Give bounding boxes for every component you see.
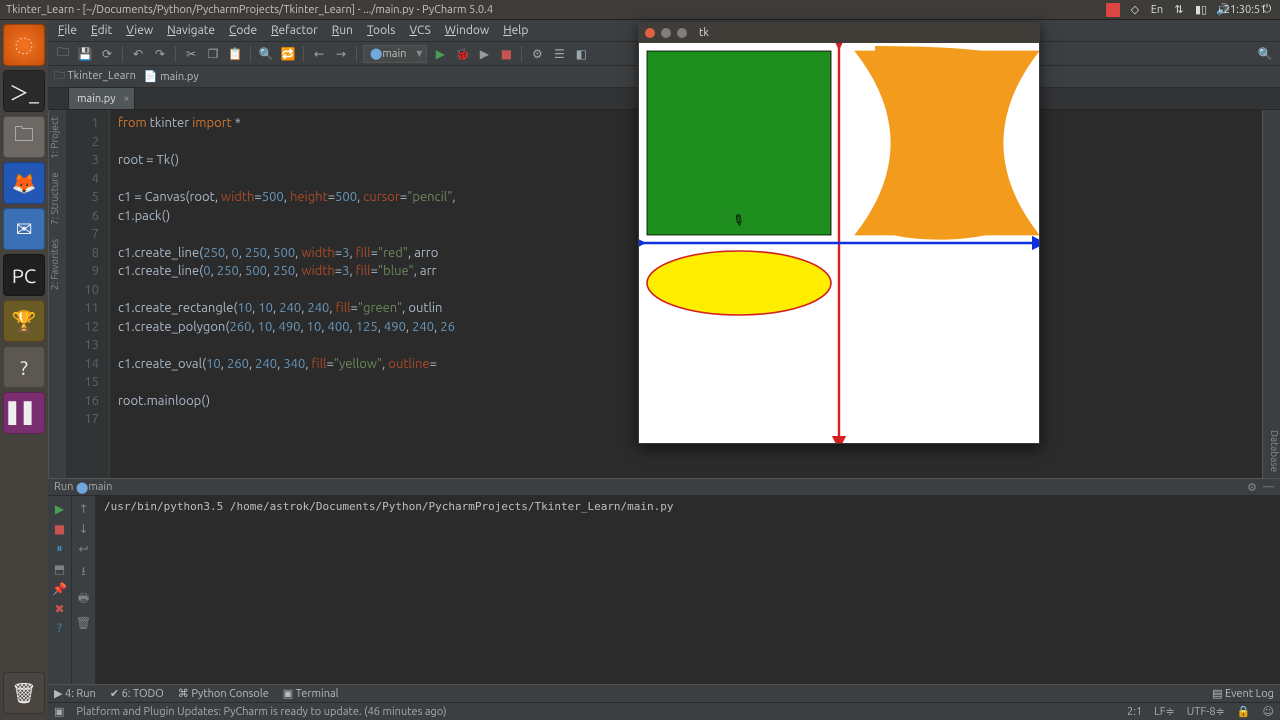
run-toolwindow: ▶ ■ ⏸ ⬒ 📌 ✖ ? ↑ ↓ ↩ ⭳ 🖶 🗑 /usr/bin/pytho… bbox=[48, 496, 1280, 684]
close-run-icon[interactable]: ✖ bbox=[54, 602, 64, 616]
readonly-lock-icon[interactable]: 🔒 bbox=[1237, 705, 1251, 718]
line-separator[interactable]: LF≑ bbox=[1154, 705, 1175, 718]
terminal-icon[interactable]: ＞_ bbox=[3, 70, 45, 112]
forward-icon[interactable]: → bbox=[332, 45, 350, 63]
tool-tabs-left[interactable]: 2: Favorites 7: Structure 1: Project bbox=[48, 110, 66, 478]
language-indicator[interactable]: En bbox=[1150, 3, 1164, 17]
search-everywhere-icon[interactable]: 🔍 bbox=[1256, 45, 1274, 63]
tool-hide-icon[interactable]: — bbox=[1263, 481, 1274, 494]
tk-window[interactable]: tk ✎ bbox=[638, 22, 1040, 444]
redo-icon[interactable]: ↷ bbox=[151, 45, 169, 63]
paste-icon[interactable]: 📋 bbox=[226, 45, 244, 63]
tool-settings-icon[interactable]: ⚙ bbox=[1247, 481, 1257, 494]
menu-tools[interactable]: Tools bbox=[367, 24, 396, 37]
status-bar: ▣ Platform and Plugin Updates: PyCharm i… bbox=[48, 702, 1280, 720]
breadcrumb-project[interactable]: Tkinter_Learn bbox=[54, 67, 136, 86]
status-message: Platform and Plugin Updates: PyCharm is … bbox=[76, 706, 446, 718]
tab-run[interactable]: ▶ 4: Run bbox=[54, 687, 96, 700]
back-icon[interactable]: ← bbox=[310, 45, 328, 63]
tk-min-icon[interactable] bbox=[661, 28, 671, 38]
menu-edit[interactable]: Edit bbox=[91, 24, 112, 37]
soft-wrap-icon[interactable]: ↩ bbox=[78, 542, 88, 556]
code[interactable]: from tkinter import * root = Tk() c1 = C… bbox=[110, 110, 464, 478]
down-stack-icon[interactable]: ↓ bbox=[78, 522, 88, 536]
tab-todo[interactable]: ✔ 6: TODO bbox=[110, 687, 164, 700]
tab-terminal[interactable]: ▣ Terminal bbox=[283, 687, 339, 700]
tab-pyconsole[interactable]: ⌘ Python Console bbox=[178, 687, 269, 700]
rerun-icon[interactable]: ▶ bbox=[55, 502, 64, 516]
cut-icon[interactable]: ✂ bbox=[182, 45, 200, 63]
files-icon[interactable]: 🗀 bbox=[3, 116, 45, 158]
dropbox-icon[interactable]: ◇ bbox=[1128, 3, 1142, 17]
menu-vcs[interactable]: VCS bbox=[409, 24, 430, 37]
replace-icon[interactable]: 🔁 bbox=[279, 45, 297, 63]
battery-icon[interactable]: ▮▯ bbox=[1194, 3, 1208, 17]
recording-indicator-icon bbox=[1106, 3, 1120, 17]
debug-icon[interactable]: 🐞 bbox=[453, 45, 471, 63]
clock[interactable]: 21:30:51 bbox=[1238, 3, 1252, 17]
pycharm-icon[interactable]: PC bbox=[3, 254, 45, 296]
open-icon[interactable]: 🗀 bbox=[54, 45, 72, 63]
launcher-dock: ◌ ＞_ 🗀 🦊 ✉ PC 🏆 ? ▌▌ 🗑 bbox=[0, 20, 48, 720]
inspections-icon[interactable]: ☺ bbox=[1263, 705, 1274, 718]
breadcrumb-file[interactable]: main.py bbox=[144, 70, 199, 83]
run-toolwindow-header[interactable]: Run ⬤ main ⚙ — bbox=[48, 478, 1280, 496]
thunderbird-icon[interactable]: ✉ bbox=[3, 208, 45, 250]
tk-close-icon[interactable] bbox=[645, 28, 655, 38]
copy-icon[interactable]: ❐ bbox=[204, 45, 222, 63]
menu-navigate[interactable]: Navigate bbox=[167, 24, 215, 37]
settings-icon[interactable]: ⚙ bbox=[528, 45, 546, 63]
dash-icon[interactable]: ◌ bbox=[3, 24, 45, 66]
event-log[interactable]: ▤ Event Log bbox=[1212, 687, 1274, 700]
help-icon[interactable]: ? bbox=[3, 346, 45, 388]
sdk-icon[interactable]: ◧ bbox=[572, 45, 590, 63]
software-icon[interactable]: ▌▌ bbox=[3, 392, 45, 434]
menu-view[interactable]: View bbox=[126, 24, 153, 37]
scroll-end-icon[interactable]: ⭳ bbox=[81, 562, 85, 583]
stop-icon[interactable]: ■ bbox=[497, 45, 515, 63]
help-run-icon[interactable]: ? bbox=[57, 622, 62, 635]
tk-title: tk bbox=[699, 27, 709, 39]
sync-icon[interactable]: ⟳ bbox=[98, 45, 116, 63]
caret-position: 2:1 bbox=[1127, 706, 1142, 718]
bottom-toolbar: ▶ 4: Run ✔ 6: TODO ⌘ Python Console ▣ Te… bbox=[48, 684, 1280, 702]
network-icon[interactable]: ⇅ bbox=[1172, 3, 1186, 17]
up-stack-icon[interactable]: ↑ bbox=[78, 502, 88, 516]
window-title: Tkinter_Learn - [~/Documents/Python/Pych… bbox=[6, 4, 493, 16]
pin-icon[interactable]: 📌 bbox=[52, 582, 67, 596]
stop-run-icon[interactable]: ■ bbox=[54, 522, 65, 536]
menu-file[interactable]: File bbox=[58, 24, 77, 37]
menu-refactor[interactable]: Refactor bbox=[271, 24, 318, 37]
menu-run[interactable]: Run bbox=[332, 24, 353, 37]
trash-icon[interactable]: 🗑 bbox=[3, 672, 45, 714]
app-icon[interactable]: 🏆 bbox=[3, 300, 45, 342]
tk-max-icon[interactable] bbox=[677, 28, 687, 38]
clear-icon[interactable]: 🗑 bbox=[76, 616, 91, 630]
menu-code[interactable]: Code bbox=[229, 24, 257, 37]
tab-mainpy[interactable]: main.py bbox=[68, 87, 135, 109]
firefox-icon[interactable]: 🦊 bbox=[3, 162, 45, 204]
tk-titlebar[interactable]: tk bbox=[639, 23, 1039, 43]
menu-help[interactable]: Help bbox=[503, 24, 528, 37]
power-icon[interactable]: ⏻ bbox=[1260, 3, 1274, 17]
menu-window[interactable]: Window bbox=[445, 24, 489, 37]
run-output[interactable]: /usr/bin/python3.5 /home/astrok/Document… bbox=[96, 496, 1280, 684]
run-config-select[interactable]: ⬤ main bbox=[363, 45, 427, 63]
run-with-coverage-icon[interactable]: ▶ bbox=[475, 45, 493, 63]
save-icon[interactable]: 💾 bbox=[76, 45, 94, 63]
file-encoding[interactable]: UTF-8≑ bbox=[1187, 705, 1225, 718]
pause-icon[interactable]: ⏸ bbox=[56, 542, 62, 556]
status-toggle-icon[interactable]: ▣ bbox=[54, 705, 64, 718]
find-icon[interactable]: 🔍 bbox=[257, 45, 275, 63]
restore-layout-icon[interactable]: ⬒ bbox=[54, 562, 65, 576]
tk-canvas: ✎ bbox=[639, 43, 1039, 443]
tool-tabs-right[interactable]: Database bbox=[1262, 110, 1280, 478]
gutter: 1 2 3 4 5 6 7 8 9 10 11 12 13 14 15 16 1… bbox=[66, 110, 110, 478]
run-icon[interactable]: ▶ bbox=[431, 45, 449, 63]
print-icon[interactable]: 🖶 bbox=[78, 589, 89, 610]
structure-icon[interactable]: ☰ bbox=[550, 45, 568, 63]
undo-icon[interactable]: ↶ bbox=[129, 45, 147, 63]
